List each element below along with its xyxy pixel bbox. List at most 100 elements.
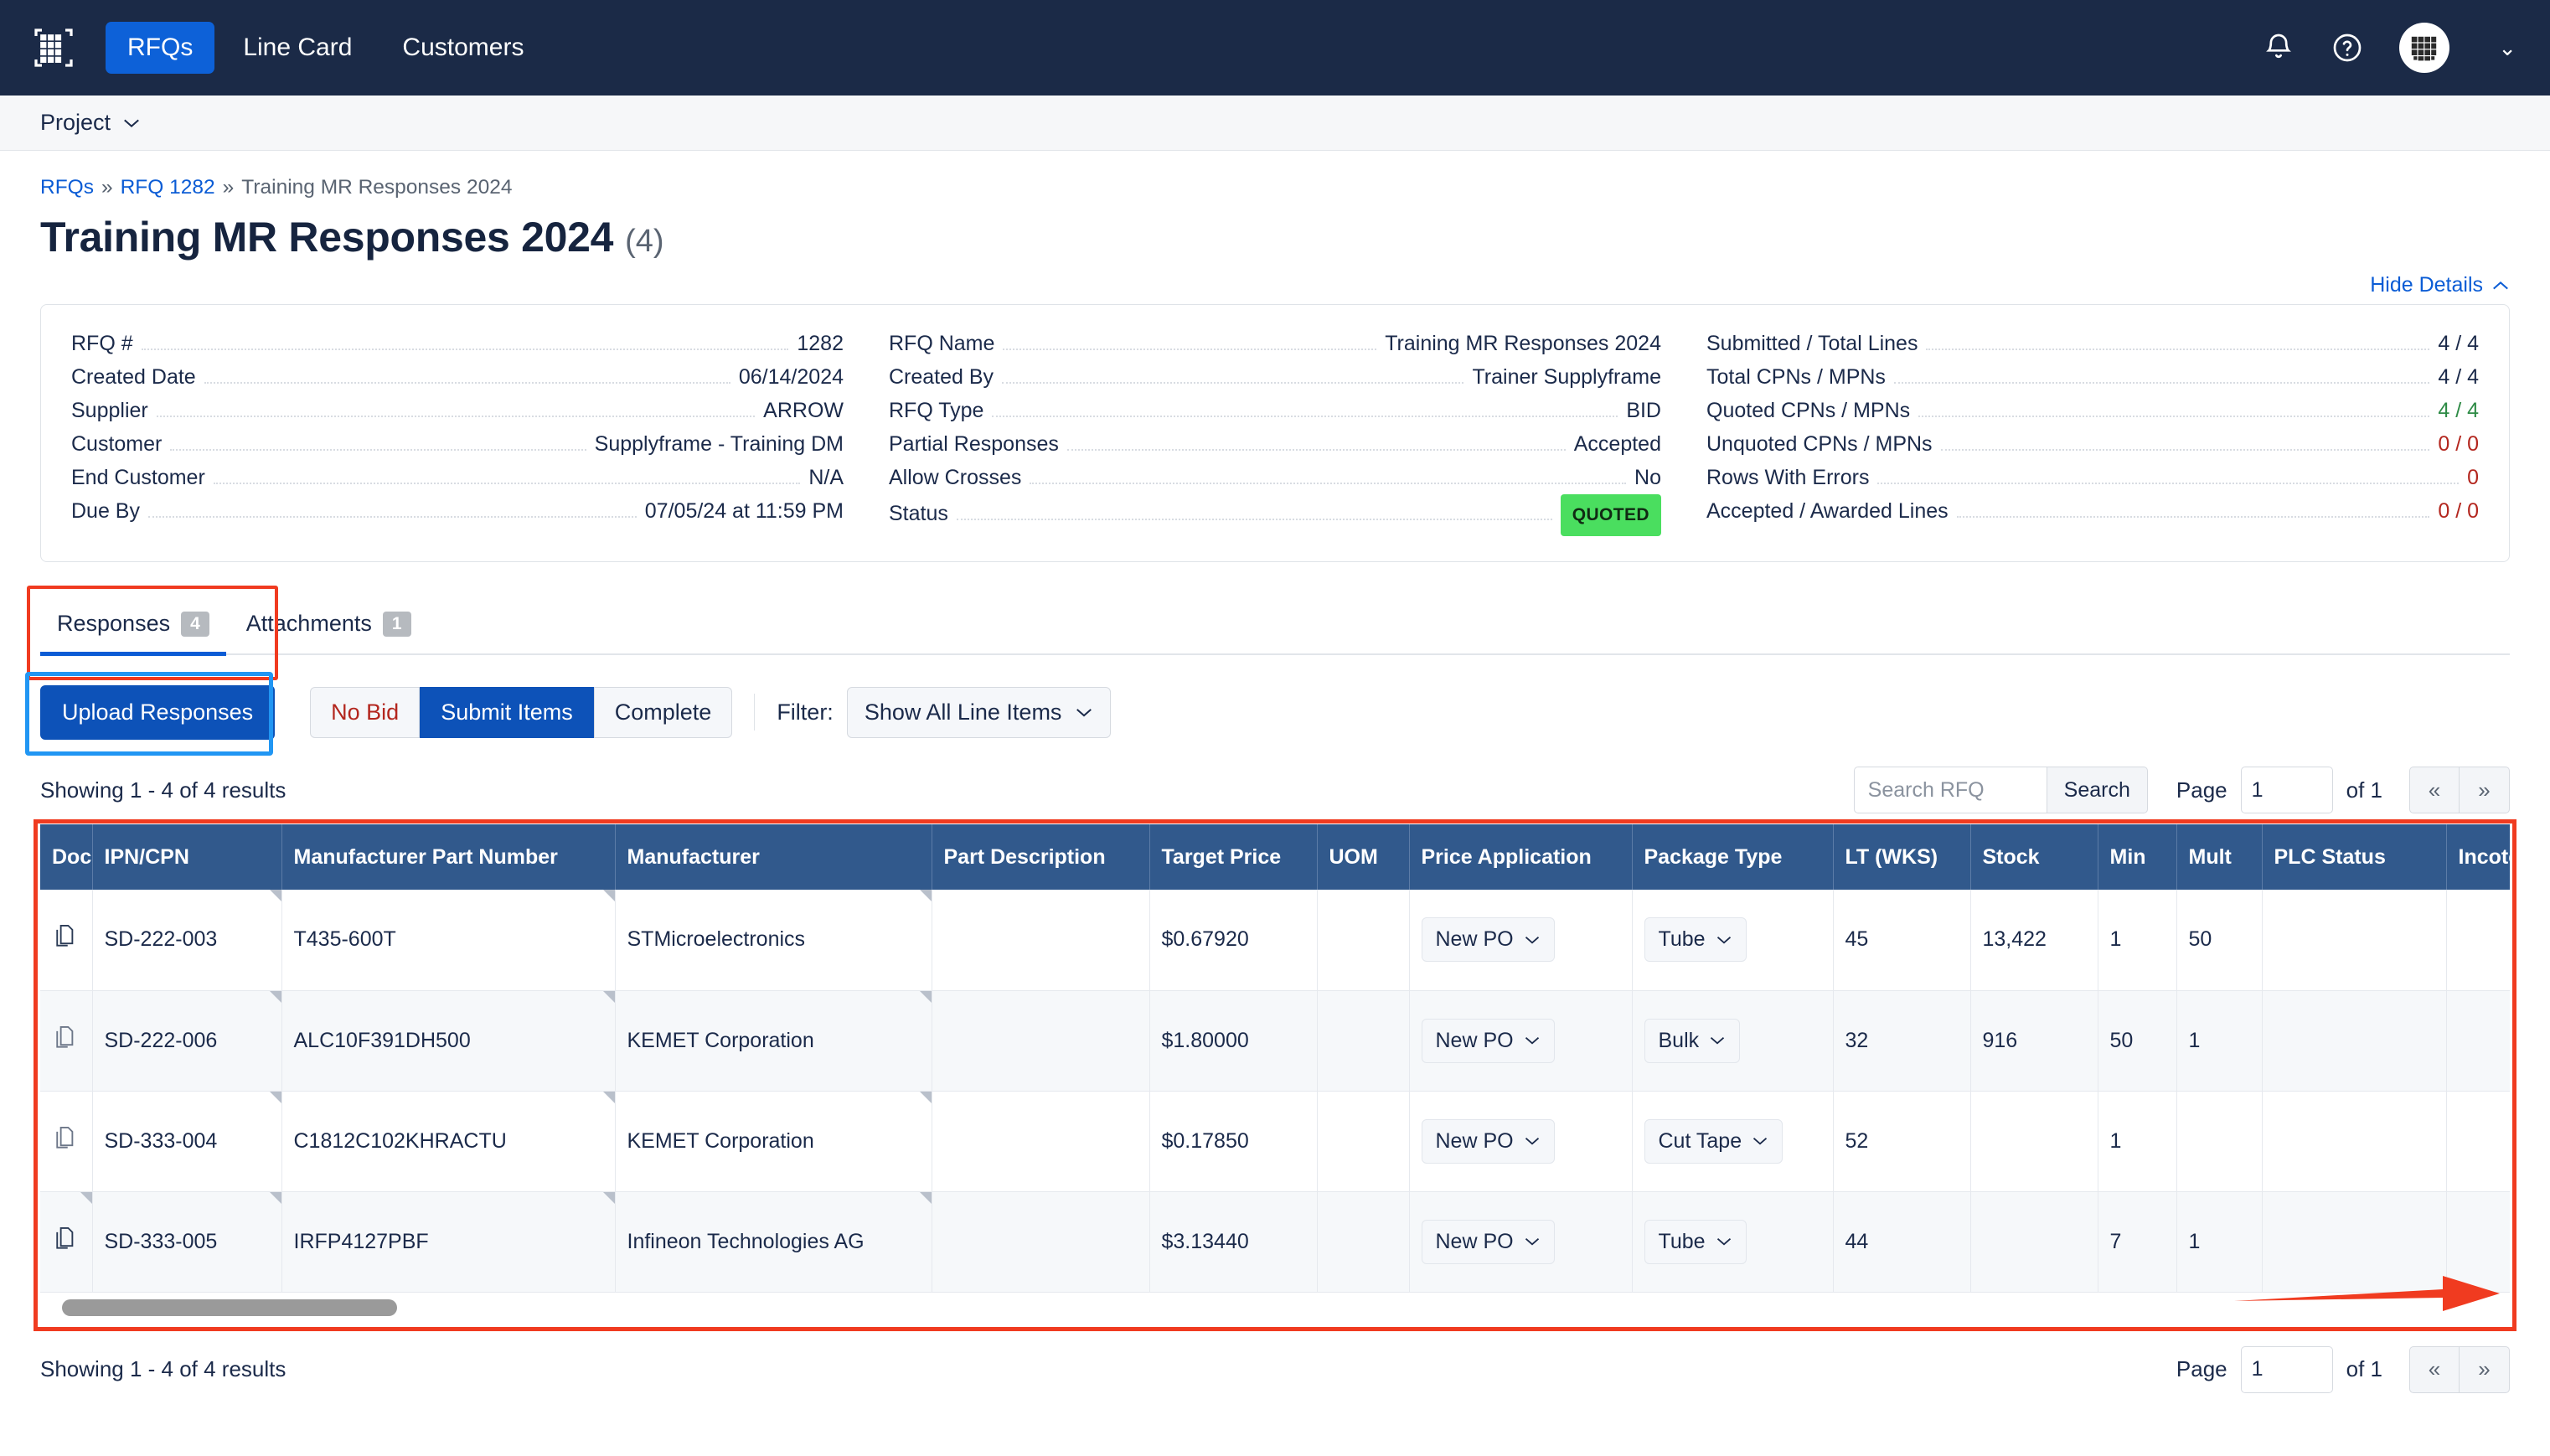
cell-doc[interactable] [40, 1191, 93, 1293]
column-header-incoterms[interactable]: Incoterms [2446, 824, 2510, 890]
cell-stock[interactable]: 13,422 [1970, 890, 2098, 991]
table-row[interactable]: SD-222-006 ALC10F391DH500 KEMET Corporat… [40, 990, 2510, 1092]
cell-ipn-cpn[interactable]: SD-222-003 [92, 890, 282, 991]
avatar[interactable] [2399, 23, 2450, 73]
cell-part-description[interactable] [932, 990, 1150, 1092]
cell-part-description[interactable] [932, 890, 1150, 991]
copy-document-icon[interactable] [52, 1024, 77, 1058]
no-bid-button[interactable]: No Bid [310, 686, 421, 738]
cell-mpn[interactable]: IRFP4127PBF [281, 1191, 616, 1293]
copy-document-icon[interactable] [52, 1124, 77, 1159]
cell-stock[interactable] [1970, 1191, 2098, 1293]
cell-plc-status[interactable] [2262, 990, 2447, 1092]
cell-incoterms[interactable] [2446, 890, 2510, 991]
cell-mpn[interactable]: ALC10F391DH500 [281, 990, 616, 1092]
breadcrumb-link-rfq-1282[interactable]: RFQ 1282 [121, 176, 215, 199]
tab-responses[interactable]: Responses 4 [40, 597, 226, 656]
cell-target-price[interactable]: $1.80000 [1149, 990, 1318, 1092]
cell-price-application[interactable]: New PO [1409, 890, 1633, 991]
cell-target-price[interactable]: $0.67920 [1149, 890, 1318, 991]
cell-incoterms[interactable] [2446, 1091, 2510, 1192]
cell-plc-status[interactable] [2262, 1191, 2447, 1293]
line-items-table-scroll[interactable]: Doc IPN/CPN Manufacturer Part Number Man… [40, 824, 2510, 1293]
cell-manufacturer[interactable]: STMicroelectronics [615, 890, 932, 991]
hide-details-toggle[interactable]: Hide Details [2370, 273, 2510, 297]
search-button[interactable]: Search [2046, 767, 2148, 813]
horizontal-scrollbar[interactable] [40, 1292, 2510, 1323]
cell-mpn[interactable]: T435-600T [281, 890, 616, 991]
chevron-down-icon[interactable]: ⌄ [2498, 35, 2516, 61]
cell-plc-status[interactable] [2262, 1091, 2447, 1192]
package-type-select[interactable]: Cut Tape [1644, 1118, 1783, 1164]
table-row[interactable]: SD-333-005 IRFP4127PBF Infineon Technolo… [40, 1191, 2510, 1293]
cell-target-price[interactable]: $0.17850 [1149, 1091, 1318, 1192]
cell-plc-status[interactable] [2262, 890, 2447, 991]
horizontal-scrollbar-thumb[interactable] [62, 1299, 397, 1316]
column-header-plc-status[interactable]: PLC Status [2262, 824, 2447, 890]
cell-uom[interactable] [1317, 890, 1410, 991]
cell-package-type[interactable]: Cut Tape [1632, 1091, 1834, 1192]
cell-incoterms[interactable] [2446, 1191, 2510, 1293]
price-application-select[interactable]: New PO [1421, 917, 1555, 963]
cell-uom[interactable] [1317, 1191, 1410, 1293]
filter-select[interactable]: Show All Line Items [846, 686, 1112, 738]
page-number-input-top[interactable] [2240, 767, 2333, 813]
cell-doc[interactable] [40, 1091, 93, 1192]
upload-responses-button[interactable]: Upload Responses [40, 684, 276, 740]
cell-lt-wks[interactable]: 44 [1833, 1191, 1971, 1293]
grid-logo-icon[interactable] [30, 24, 77, 71]
submit-items-button[interactable]: Submit Items [420, 686, 594, 738]
cell-package-type[interactable]: Bulk [1632, 990, 1834, 1092]
nav-item-line-card[interactable]: Line Card [221, 22, 374, 74]
column-header-package-type[interactable]: Package Type [1632, 824, 1834, 890]
cell-part-description[interactable] [932, 1191, 1150, 1293]
cell-min[interactable]: 1 [2098, 890, 2177, 991]
column-header-part-description[interactable]: Part Description [932, 824, 1150, 890]
tab-attachments[interactable]: Attachments 1 [230, 597, 428, 656]
cell-min[interactable]: 1 [2098, 1091, 2177, 1192]
cell-mult[interactable]: 1 [2176, 1191, 2263, 1293]
cell-uom[interactable] [1317, 1091, 1410, 1192]
column-header-uom[interactable]: UOM [1317, 824, 1410, 890]
cell-min[interactable]: 50 [2098, 990, 2177, 1092]
project-selector[interactable]: Project [40, 110, 141, 136]
price-application-select[interactable]: New PO [1421, 1018, 1555, 1063]
column-header-doc[interactable]: Doc [40, 824, 93, 890]
cell-part-description[interactable] [932, 1091, 1150, 1192]
cell-mpn[interactable]: C1812C102KHRACTU [281, 1091, 616, 1192]
question-circle-icon[interactable] [2331, 31, 2364, 65]
cell-lt-wks[interactable]: 45 [1833, 890, 1971, 991]
column-header-manufacturer[interactable]: Manufacturer [615, 824, 932, 890]
search-input[interactable] [1853, 767, 2047, 813]
column-header-price-application[interactable]: Price Application [1409, 824, 1633, 890]
cell-package-type[interactable]: Tube [1632, 890, 1834, 991]
page-number-input-bottom[interactable] [2240, 1345, 2333, 1393]
cell-target-price[interactable]: $3.13440 [1149, 1191, 1318, 1293]
copy-document-icon[interactable] [52, 922, 77, 957]
column-header-stock[interactable]: Stock [1970, 824, 2098, 890]
first-page-button-top[interactable]: « [2409, 767, 2460, 813]
cell-ipn-cpn[interactable]: SD-222-006 [92, 990, 282, 1092]
column-header-ipn-cpn[interactable]: IPN/CPN [92, 824, 282, 890]
cell-stock[interactable] [1970, 1091, 2098, 1192]
nav-item-customers[interactable]: Customers [380, 22, 545, 74]
cell-manufacturer[interactable]: KEMET Corporation [615, 1091, 932, 1192]
price-application-select[interactable]: New PO [1421, 1118, 1555, 1164]
cell-manufacturer[interactable]: Infineon Technologies AG [615, 1191, 932, 1293]
cell-manufacturer[interactable]: KEMET Corporation [615, 990, 932, 1092]
cell-doc[interactable] [40, 890, 93, 991]
cell-incoterms[interactable] [2446, 990, 2510, 1092]
cell-ipn-cpn[interactable]: SD-333-005 [92, 1191, 282, 1293]
cell-stock[interactable]: 916 [1970, 990, 2098, 1092]
breadcrumb-link-rfqs[interactable]: RFQs [40, 176, 94, 199]
table-row[interactable]: SD-222-003 T435-600T STMicroelectronics … [40, 890, 2510, 991]
copy-document-icon[interactable] [52, 1225, 77, 1259]
column-header-mult[interactable]: Mult [2176, 824, 2263, 890]
column-header-lt-wks[interactable]: LT (WKS) [1833, 824, 1971, 890]
cell-price-application[interactable]: New PO [1409, 1191, 1633, 1293]
cell-package-type[interactable]: Tube [1632, 1191, 1834, 1293]
cell-min[interactable]: 7 [2098, 1191, 2177, 1293]
cell-lt-wks[interactable]: 52 [1833, 1091, 1971, 1192]
package-type-select[interactable]: Tube [1644, 1219, 1747, 1264]
next-page-button-bottom[interactable]: » [2460, 1345, 2510, 1393]
